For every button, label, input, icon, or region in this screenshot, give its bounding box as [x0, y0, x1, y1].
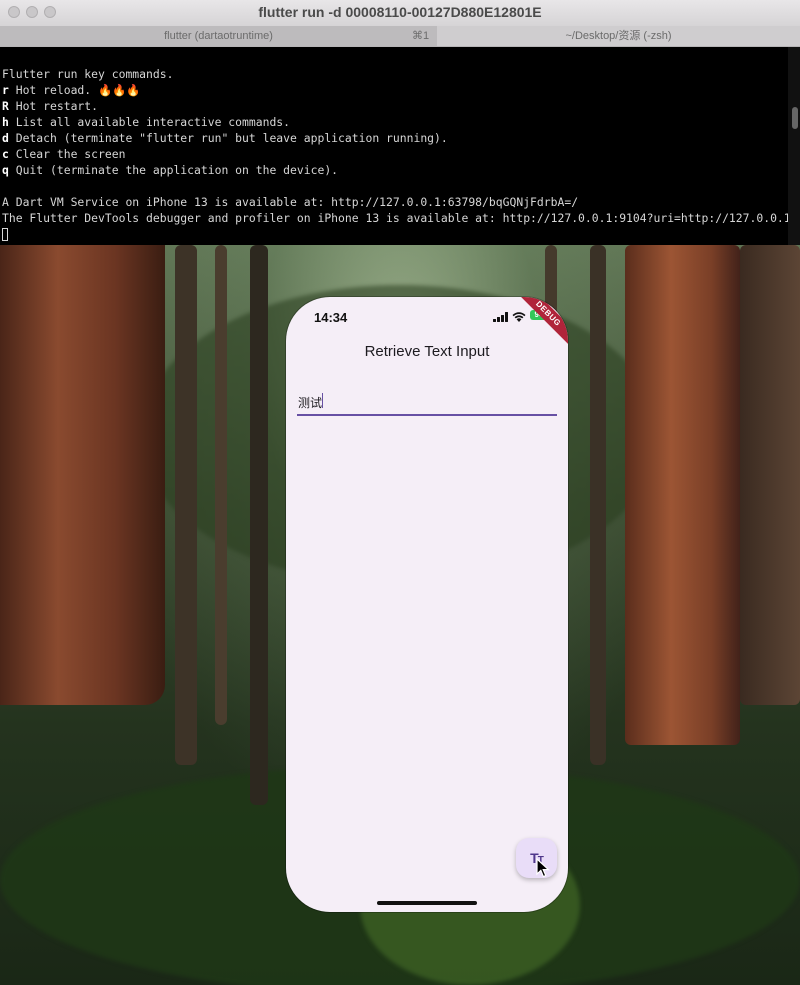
- command-text: Hot restart.: [8, 99, 99, 113]
- tab-zsh[interactable]: ~/Desktop/资源 (-zsh): [437, 26, 800, 46]
- text-input-value: 测试: [298, 396, 323, 410]
- terminal-command-line: R Hot restart.: [2, 99, 98, 113]
- terminal-command-line: r Hot reload. 🔥🔥🔥: [2, 83, 141, 97]
- tab-flutter[interactable]: flutter (dartaotruntime): [0, 26, 437, 46]
- terminal-command-line: h List all available interactive command…: [2, 115, 290, 129]
- terminal-output[interactable]: Flutter run key commands. r Hot reload. …: [0, 47, 800, 245]
- command-key: c: [2, 147, 9, 161]
- scrollbar-thumb[interactable]: [792, 107, 798, 129]
- devtools-line: The Flutter DevTools debugger and profil…: [2, 211, 800, 225]
- command-key: d: [2, 131, 9, 145]
- terminal-scrollbar[interactable]: [788, 47, 800, 245]
- command-key: h: [2, 115, 9, 129]
- text-input-field[interactable]: 测试: [297, 390, 557, 416]
- command-key: r: [2, 83, 9, 97]
- terminal-heading: Flutter run key commands.: [2, 67, 174, 81]
- terminal-title-bar[interactable]: flutter run -d 00008110-00127D880E12801E: [0, 0, 800, 27]
- terminal-command-line: d Detach (terminate "flutter run" but le…: [2, 131, 448, 145]
- page-title: Retrieve Text Input: [364, 343, 490, 360]
- text-caret: [322, 393, 323, 408]
- cellular-signal-icon: [493, 312, 508, 322]
- tab-label: ~/Desktop/资源 (-zsh): [565, 30, 672, 42]
- command-key: q: [2, 163, 9, 177]
- terminal-tab-bar: flutter (dartaotruntime) ⌘1 ~/Desktop/资源…: [0, 26, 800, 47]
- phone-screen: 14:34 94 DEBUG Retrieve Text Input 测试 TT: [286, 297, 568, 912]
- terminal-command-line: q Quit (terminate the application on the…: [2, 163, 338, 177]
- status-time: 14:34: [314, 310, 348, 325]
- window-title: flutter run -d 00008110-00127D880E12801E: [258, 4, 542, 20]
- tab-label: flutter (dartaotruntime): [164, 30, 273, 42]
- terminal-command-line: c Clear the screen: [2, 147, 125, 161]
- mouse-pointer-icon: [536, 858, 550, 878]
- wifi-icon: [512, 312, 526, 322]
- command-text: Quit (terminate the application on the d…: [8, 163, 339, 177]
- command-text: Clear the screen: [8, 147, 126, 161]
- command-text: List all available interactive commands.: [8, 115, 291, 129]
- terminal-cursor: [2, 228, 8, 241]
- tab-shortcut: ⌘1: [412, 30, 430, 42]
- home-indicator[interactable]: [377, 901, 477, 905]
- command-text: Detach (terminate "flutter run" but leav…: [8, 131, 448, 145]
- command-text: Hot reload. 🔥🔥🔥: [8, 83, 141, 97]
- vm-service-line: A Dart VM Service on iPhone 13 is availa…: [2, 195, 579, 209]
- command-key: R: [2, 99, 9, 113]
